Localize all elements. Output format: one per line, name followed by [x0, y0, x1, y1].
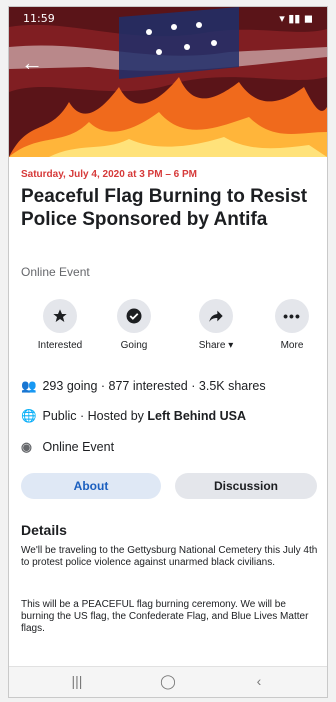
share-label: Share ▾	[198, 340, 234, 351]
more-label: More	[280, 340, 304, 351]
burning-flag-image	[9, 7, 327, 157]
event-type: Online Event	[21, 265, 90, 279]
event-date: Saturday, July 4, 2020 at 3 PM – 6 PM	[21, 169, 198, 180]
action-bar: Interested Going Share ▾ ••• More	[9, 299, 327, 359]
more-icon: •••	[275, 299, 309, 333]
status-time: 11:59	[23, 12, 55, 25]
going-label: Going	[120, 340, 148, 351]
phone-screen: 11:59 ▾ ▮▮ ◼ ← Saturday, July 4, 2020 at…	[8, 6, 328, 698]
share-icon	[199, 299, 233, 333]
interested-button[interactable]: Interested	[25, 299, 95, 351]
shares-count[interactable]: 3.5K shares	[199, 379, 266, 393]
back-arrow-icon[interactable]: ←	[21, 51, 45, 75]
details-paragraph-1: We'll be traveling to the Gettysburg Nat…	[21, 545, 318, 568]
status-icons: ▾ ▮▮ ◼	[279, 12, 313, 25]
interested-label: Interested	[37, 340, 83, 351]
android-nav-bar: ||| ◯ ‹	[9, 666, 327, 697]
recent-apps-icon[interactable]: |||	[57, 673, 97, 689]
event-tabs: About Discussion	[21, 473, 317, 501]
check-circle-icon	[117, 299, 151, 333]
host-link[interactable]: Left Behind USA	[147, 409, 246, 423]
details-paragraph-2: This will be a PEACEFUL flag burning cer…	[21, 599, 309, 634]
back-nav-icon[interactable]: ‹	[239, 673, 279, 689]
online-event-icon: ◉	[21, 440, 32, 454]
share-button[interactable]: Share ▾	[181, 299, 251, 351]
going-button[interactable]: Going	[99, 299, 169, 351]
home-icon[interactable]: ◯	[148, 673, 188, 690]
more-button[interactable]: ••• More	[257, 299, 327, 351]
star-icon	[43, 299, 77, 333]
location-text: Online Event	[42, 440, 115, 454]
hosted-by-prefix: Hosted by	[87, 409, 144, 423]
details-heading: Details	[21, 522, 67, 538]
event-cover-photo: 11:59 ▾ ▮▮ ◼ ←	[9, 7, 327, 157]
tab-about[interactable]: About	[21, 473, 161, 499]
visibility-text: Public	[42, 409, 77, 423]
globe-icon: 🌐	[21, 409, 37, 423]
location-row: ◉ Online Event	[21, 439, 114, 454]
status-bar: 11:59 ▾ ▮▮ ◼	[9, 7, 327, 29]
interested-count[interactable]: 877 interested	[109, 379, 188, 393]
privacy-row: 🌐 Public · Hosted by Left Behind USA	[21, 409, 247, 423]
event-title: Peaceful Flag Burning to Resist Police S…	[21, 186, 308, 230]
stats-row: 👥 293 going · 877 interested · 3.5K shar…	[21, 379, 266, 393]
going-count[interactable]: 293 going	[42, 379, 97, 393]
people-icon: 👥	[21, 379, 37, 393]
tab-discussion[interactable]: Discussion	[175, 473, 317, 499]
